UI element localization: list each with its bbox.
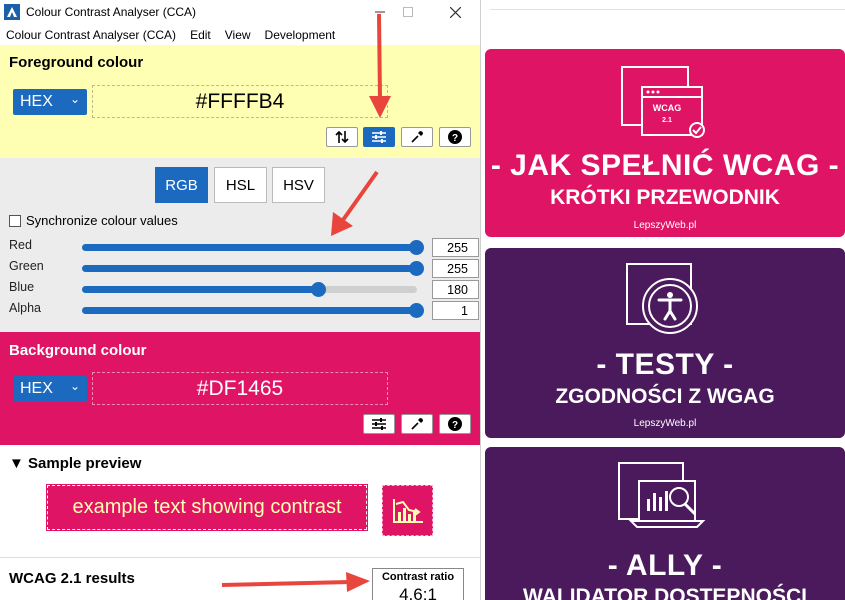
- wcag-results-section: WCAG 2.1 results Contrast ratio 4.6:1: [0, 557, 480, 600]
- mode-hsv-button[interactable]: HSV: [272, 167, 325, 203]
- eyedropper-icon: [411, 418, 423, 430]
- background-panel: Background colour HEX ⌄ #DF1465 ?: [0, 332, 480, 445]
- banner-wcag-guide[interactable]: WCAG 2.1 - JAK SPEŁNIĆ WCAG - KRÓTKI PRZ…: [485, 49, 845, 237]
- alpha-label: Alpha: [9, 301, 41, 315]
- blue-label: Blue: [9, 280, 35, 294]
- foreground-format-value: HEX: [20, 93, 53, 110]
- background-hex-input[interactable]: #DF1465: [92, 372, 388, 405]
- foreground-eyedropper-button[interactable]: [401, 127, 433, 147]
- banner-brand: LepszyWeb.pl: [633, 418, 697, 429]
- sync-label: Synchronize colour values: [26, 213, 178, 228]
- colour-sliders-panel: RGB HSL HSV Synchronize colour values Re…: [0, 158, 480, 332]
- foreground-hex-input[interactable]: #FFFFB4: [92, 85, 388, 118]
- svg-text:?: ?: [452, 420, 458, 431]
- wcag-window-icon: WCAG 2.1: [621, 66, 705, 138]
- swap-colours-button[interactable]: [326, 127, 358, 147]
- banner-heading: - ALLY -: [607, 549, 723, 582]
- cca-window: Colour Contrast Analyser (CCA) Colour Co…: [0, 0, 481, 600]
- sample-preview-toggle[interactable]: ▼ Sample preview: [9, 455, 141, 472]
- swap-icon: [335, 130, 349, 144]
- wcag-icon-version: 2.1: [662, 117, 672, 124]
- foreground-format-select[interactable]: HEX ⌄: [13, 89, 87, 115]
- accessibility-icon: [626, 263, 698, 334]
- contrast-ratio-box: Contrast ratio 4.6:1: [372, 568, 464, 600]
- blue-slider-thumb[interactable]: [310, 282, 326, 297]
- contrast-ratio-value: 4.6:1: [399, 585, 437, 600]
- banner-testy[interactable]: - TESTY - ZGODNOŚCI Z WGAG LepszyWeb.pl: [485, 248, 845, 438]
- sample-preview-title: Sample preview: [28, 455, 142, 472]
- menu-item-edit[interactable]: Edit: [190, 28, 211, 42]
- banner-heading: - JAK SPEŁNIĆ WCAG -: [490, 149, 840, 182]
- foreground-help-button[interactable]: ?: [439, 127, 471, 147]
- wcag-icon-text: WCAG: [653, 103, 682, 113]
- mode-hsl-button[interactable]: HSL: [214, 167, 267, 203]
- chevron-down-icon: ⌄: [69, 379, 80, 393]
- background-sliders-toggle-button[interactable]: [363, 414, 395, 434]
- blue-slider[interactable]: [82, 282, 417, 297]
- foreground-sliders-toggle-button[interactable]: [363, 127, 395, 147]
- banner-ally[interactable]: - ALLY - WALIDATOR DOSTĘPNOŚCI: [485, 447, 845, 600]
- menu-item-cca[interactable]: Colour Contrast Analyser (CCA): [6, 28, 176, 42]
- red-slider-fill: [82, 244, 417, 251]
- checkbox-box[interactable]: [9, 214, 21, 227]
- mode-rgb-button[interactable]: RGB: [155, 167, 208, 203]
- menu-bar: Colour Contrast Analyser (CCA) Edit View…: [0, 24, 480, 45]
- alpha-slider-thumb[interactable]: [409, 303, 424, 318]
- green-slider-fill: [82, 265, 417, 272]
- red-slider-thumb[interactable]: [409, 240, 424, 255]
- green-slider[interactable]: [82, 261, 424, 276]
- background-eyedropper-button[interactable]: [401, 414, 433, 434]
- eyedropper-icon: [411, 131, 423, 143]
- maximize-button[interactable]: [385, 0, 431, 24]
- green-slider-thumb[interactable]: [409, 261, 424, 276]
- banner-subheading: WALIDATOR DOSTĘPNOŚCI: [523, 585, 807, 600]
- foreground-panel: Foreground colour HEX ⌄ #FFFFB4 ?: [0, 45, 480, 158]
- chevron-down-icon: ⌄: [69, 92, 80, 106]
- background-title: Background colour: [9, 342, 147, 359]
- red-slider[interactable]: [82, 240, 424, 255]
- help-icon: ?: [448, 130, 462, 144]
- help-icon: ?: [448, 417, 462, 431]
- blue-value-input[interactable]: 180: [432, 280, 479, 299]
- background-format-select[interactable]: HEX ⌄: [13, 376, 87, 402]
- sample-preview-section: ▼ Sample preview example text showing co…: [0, 445, 480, 557]
- close-button[interactable]: [432, 0, 478, 24]
- background-help-button[interactable]: ?: [439, 414, 471, 434]
- window-title: Colour Contrast Analyser (CCA): [26, 5, 197, 19]
- sample-chart-icon: [382, 485, 433, 536]
- sliders-icon: [372, 418, 386, 430]
- red-value-input[interactable]: 255: [432, 238, 479, 257]
- laptop-chart-icon: [618, 462, 706, 528]
- cca-app-icon: [4, 4, 20, 20]
- background-format-value: HEX: [20, 380, 53, 397]
- sliders-icon: [372, 131, 386, 143]
- blue-slider-fill: [82, 286, 319, 293]
- triangle-down-icon: ▼: [9, 455, 24, 472]
- banner-subheading: ZGODNOŚCI Z WGAG: [555, 385, 775, 408]
- contrast-ratio-label: Contrast ratio: [381, 571, 455, 583]
- banner-subheading: KRÓTKI PRZEWODNIK: [550, 186, 780, 209]
- green-label: Green: [9, 259, 44, 273]
- page-top-divider: [490, 9, 845, 10]
- alpha-slider-fill: [82, 307, 417, 314]
- title-bar: Colour Contrast Analyser (CCA): [0, 0, 480, 24]
- menu-item-development[interactable]: Development: [265, 28, 336, 42]
- green-value-input[interactable]: 255: [432, 259, 479, 278]
- banner-brand: LepszyWeb.pl: [633, 220, 697, 231]
- svg-text:?: ?: [452, 133, 458, 144]
- alpha-value-input[interactable]: 1: [432, 301, 479, 320]
- menu-item-view[interactable]: View: [225, 28, 251, 42]
- sample-preview-text: example text showing contrast: [46, 484, 368, 531]
- wcag-results-title: WCAG 2.1 results: [9, 570, 135, 587]
- red-label: Red: [9, 238, 32, 252]
- banner-heading: - TESTY -: [596, 348, 734, 381]
- sync-checkbox[interactable]: Synchronize colour values: [9, 213, 178, 228]
- alpha-slider[interactable]: [82, 303, 424, 318]
- foreground-title: Foreground colour: [9, 54, 144, 71]
